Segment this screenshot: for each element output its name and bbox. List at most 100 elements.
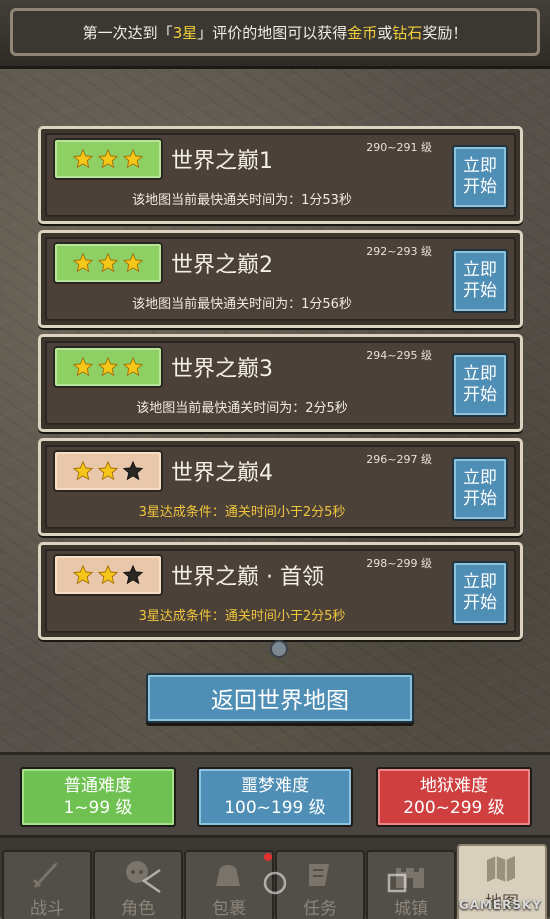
- level-title: 世界之巅3: [171, 357, 273, 382]
- level-info: 该地图当前最快通关时间为：2分5秒: [136, 401, 348, 416]
- start-button-line2: 开始: [463, 177, 497, 197]
- level-card-inner: 世界之巅 · 首领 298~299 级 3星达成条件：通关时间小于2分5秒 立即 开始: [45, 549, 516, 633]
- start-button-line1: 立即: [463, 156, 497, 176]
- start-button-line1: 立即: [463, 364, 497, 384]
- star-filled-icon: [122, 356, 144, 378]
- level-range: 292~293 级: [366, 245, 432, 258]
- start-now-button[interactable]: 立即 开始: [452, 353, 508, 417]
- castle-icon: [390, 858, 430, 892]
- star-filled-icon: [97, 356, 119, 378]
- difficulty-normal-button[interactable]: 普通难度 1~99 级: [20, 767, 176, 827]
- quest-icon: [299, 858, 339, 892]
- difficulty-nightmare-button[interactable]: 噩梦难度 100~199 级: [197, 767, 353, 827]
- level-card: 世界之巅2 292~293 级该地图当前最快通关时间为：1分56秒 立即 开始: [38, 230, 523, 328]
- banner-bracket-open: 「: [157, 23, 173, 42]
- difficulty-name: 普通难度: [64, 776, 132, 796]
- star-filled-icon: [72, 564, 94, 586]
- level-card: 世界之巅1 290~291 级该地图当前最快通关时间为：1分53秒 立即 开始: [38, 126, 523, 224]
- star-filled-icon: [97, 148, 119, 170]
- start-button-line1: 立即: [463, 468, 497, 488]
- star-empty-icon: [122, 460, 144, 482]
- start-button-line2: 开始: [463, 593, 497, 613]
- star-filled-icon: [97, 564, 119, 586]
- star-filled-icon: [97, 252, 119, 274]
- star-filled-icon: [122, 148, 144, 170]
- difficulty-range: 100~199 级: [224, 798, 326, 818]
- nav-tab-town[interactable]: 城镇: [366, 850, 456, 919]
- nav-label: 角色: [121, 899, 155, 919]
- start-now-button[interactable]: 立即 开始: [452, 249, 508, 313]
- star-filled-icon: [72, 460, 94, 482]
- watermark: GAMERSKY: [458, 898, 542, 912]
- start-now-button[interactable]: 立即 开始: [452, 145, 508, 209]
- start-now-button[interactable]: 立即 开始: [452, 457, 508, 521]
- star-filled-icon: [72, 252, 94, 274]
- banner-diamond: 钻石: [392, 23, 423, 42]
- banner-or: 或: [377, 23, 393, 42]
- difficulty-name: 地狱难度: [420, 776, 488, 796]
- start-now-button[interactable]: 立即 开始: [452, 561, 508, 625]
- nav-tab-battle[interactable]: 战斗: [2, 850, 92, 919]
- star-filled-icon: [72, 356, 94, 378]
- star-filled-icon: [122, 252, 144, 274]
- nav-label: 城镇: [394, 899, 428, 919]
- level-card: 世界之巅4 296~297 级 3星达成条件：通关时间小于2分5秒 立即 开始: [38, 438, 523, 536]
- return-world-map-button[interactable]: 返回世界地图: [146, 673, 414, 723]
- level-title: 世界之巅4: [171, 461, 273, 486]
- star-empty-icon: [122, 564, 144, 586]
- start-button-line1: 立即: [463, 572, 497, 592]
- level-info: 3星达成条件：通关时间小于2分5秒: [138, 609, 346, 624]
- star-rating: [53, 242, 163, 284]
- level-title: 世界之巅2: [171, 253, 273, 278]
- level-card: 世界之巅3 294~295 级该地图当前最快通关时间为：2分5秒 立即 开始: [38, 334, 523, 432]
- level-info: 3星达成条件：通关时间小于2分5秒: [138, 505, 346, 520]
- difficulty-range: 1~99 级: [63, 798, 133, 818]
- level-info: 该地图当前最快通关时间为：1分53秒: [132, 193, 352, 208]
- level-title: 世界之巅1: [171, 149, 273, 174]
- level-card-inner: 世界之巅3 294~295 级该地图当前最快通关时间为：2分5秒 立即 开始: [45, 341, 516, 425]
- nav-label: 包裹: [212, 899, 246, 919]
- level-card-inner: 世界之巅4 296~297 级 3星达成条件：通关时间小于2分5秒 立即 开始: [45, 445, 516, 529]
- star-rating: [53, 138, 163, 180]
- start-button-line2: 开始: [463, 489, 497, 509]
- nav-label: 任务: [303, 899, 337, 919]
- sword-icon: [26, 858, 66, 892]
- star-filled-icon: [97, 460, 119, 482]
- character-icon: [117, 858, 157, 892]
- level-range: 296~297 级: [366, 453, 432, 466]
- level-card: 世界之巅 · 首领 298~299 级 3星达成条件：通关时间小于2分5秒 立即 开始: [38, 542, 523, 640]
- difficulty-bar: 普通难度 1~99 级 噩梦难度 100~199 级 地狱难度 200~299 …: [0, 752, 550, 838]
- start-button-line2: 开始: [463, 385, 497, 405]
- nav-tab-character[interactable]: 角色: [93, 850, 183, 919]
- banner-gold: 金币: [347, 23, 378, 42]
- banner-stars-text: 3星: [172, 23, 198, 42]
- banner-suffix: 奖励！: [422, 23, 468, 42]
- nav-tab-quest[interactable]: 任务: [275, 850, 365, 919]
- star-rating: [53, 346, 163, 388]
- level-info: 该地图当前最快通关时间为：1分56秒: [132, 297, 352, 312]
- reward-banner: 第一次达到「3星」评价的地图可以获得 金币或钻石 奖励！: [0, 0, 550, 69]
- nav-tab-bag[interactable]: 包裹: [184, 850, 274, 919]
- level-card-inner: 世界之巅1 290~291 级该地图当前最快通关时间为：1分53秒 立即 开始: [45, 133, 516, 217]
- map-location-pin-icon: [270, 640, 288, 658]
- banner-middle: 评价的地图可以获得: [212, 23, 348, 42]
- star-filled-icon: [72, 148, 94, 170]
- star-rating: [53, 450, 163, 492]
- star-rating: [53, 554, 163, 596]
- banner-bracket-close: 」: [197, 23, 213, 42]
- bag-icon: [208, 858, 248, 892]
- difficulty-hell-button[interactable]: 地狱难度 200~299 级: [376, 767, 532, 827]
- difficulty-range: 200~299 级: [403, 798, 505, 818]
- level-card-inner: 世界之巅2 292~293 级该地图当前最快通关时间为：1分56秒 立即 开始: [45, 237, 516, 321]
- banner-prefix: 第一次达到: [82, 23, 158, 42]
- level-range: 298~299 级: [366, 557, 432, 570]
- difficulty-name: 噩梦难度: [241, 776, 309, 796]
- level-range: 294~295 级: [366, 349, 432, 362]
- map-icon: [481, 852, 521, 886]
- start-button-line2: 开始: [463, 281, 497, 301]
- nav-label: 战斗: [30, 899, 64, 919]
- reward-banner-text: 第一次达到「3星」评价的地图可以获得 金币或钻石 奖励！: [10, 8, 540, 56]
- start-button-line1: 立即: [463, 260, 497, 280]
- level-title: 世界之巅 · 首领: [171, 565, 324, 590]
- level-range: 290~291 级: [366, 141, 432, 154]
